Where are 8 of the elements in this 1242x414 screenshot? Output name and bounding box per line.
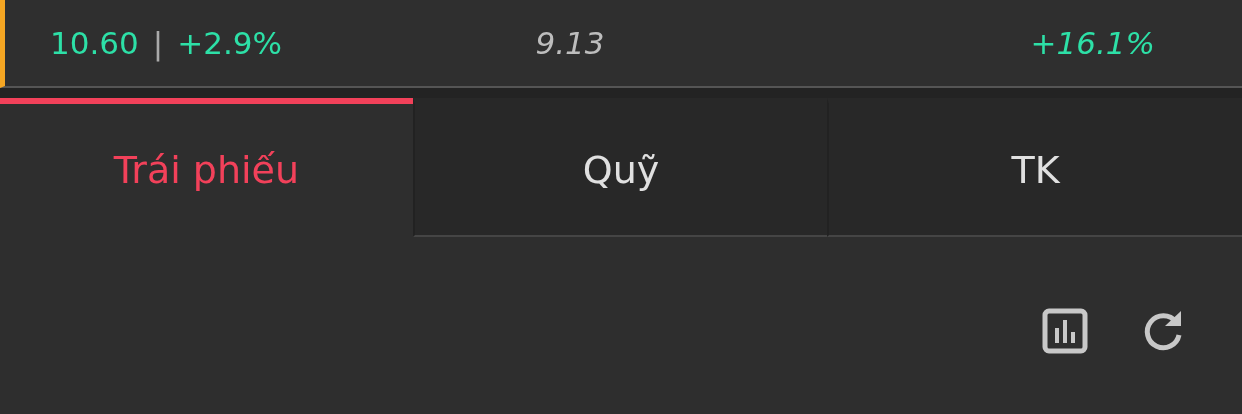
price: 10.60 — [50, 25, 139, 61]
change: +2.9% — [177, 25, 282, 61]
separator: | — [152, 25, 164, 61]
tab[interactable]: Quỹ — [412, 98, 828, 237]
value: 9.13 — [535, 25, 605, 61]
return: +16.1% — [1030, 25, 1155, 61]
chart-icon[interactable] — [1042, 307, 1088, 354]
tab[interactable]: TK — [827, 98, 1242, 237]
